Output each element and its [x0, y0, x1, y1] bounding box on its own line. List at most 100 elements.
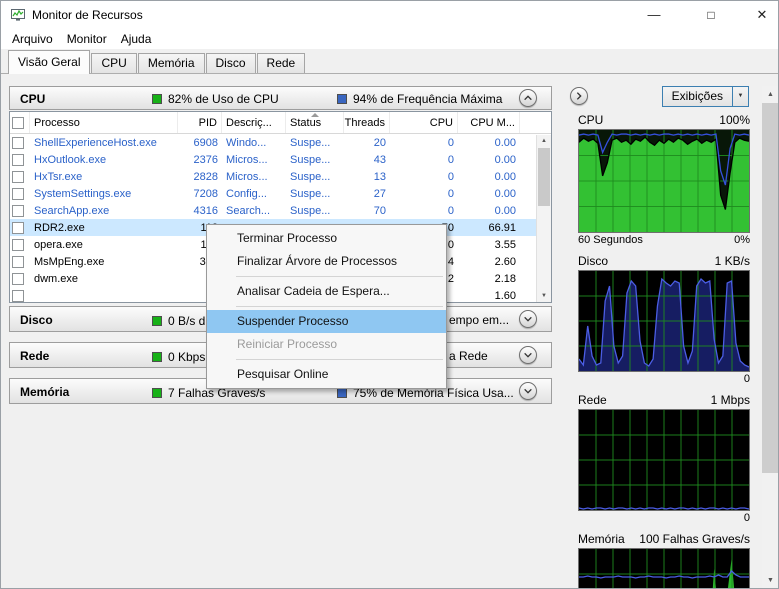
views-dropdown-arrow-icon[interactable]: ▼	[732, 87, 748, 106]
collapse-graphs-button[interactable]	[570, 87, 588, 105]
menu-bar: Arquivo Monitor Ajuda	[1, 29, 778, 49]
column-header-threads[interactable]: Threads	[344, 112, 390, 133]
green-swatch-icon	[152, 316, 162, 326]
panel-scrollbar-thumb[interactable]	[762, 103, 778, 473]
green-swatch-icon	[152, 388, 162, 398]
graphs-stack: CPU 100% 60 Segundos 0% Disco 1 KB/s 0 Rede 1 Mb…	[564, 112, 756, 588]
row-checkbox[interactable]	[12, 221, 24, 234]
graph-rede: Rede 1 Mbps 0	[578, 392, 750, 525]
row-checkbox[interactable]	[12, 170, 24, 183]
cpu-section-header[interactable]: CPU 82% de Uso de CPU 94% de Frequência …	[9, 86, 552, 110]
graph-title: Rede	[578, 393, 607, 407]
select-all-checkbox[interactable]	[12, 116, 24, 129]
chevron-down-icon	[524, 352, 532, 358]
blue-swatch-icon	[337, 94, 347, 104]
blue-swatch-icon	[337, 388, 347, 398]
menu-separator	[236, 276, 443, 277]
cpu-frequency-legend: 94% de Frequência Máxima	[337, 92, 502, 106]
tab-disco[interactable]: Disco	[205, 53, 256, 73]
row-checkbox[interactable]	[12, 204, 24, 217]
row-checkbox[interactable]	[12, 255, 24, 268]
graph-min-label: 0	[743, 373, 750, 385]
graph-title: Memória	[578, 532, 625, 546]
graph-time-label: 60 Segundos	[578, 234, 643, 246]
graph-max-label: 100 Falhas Graves/s	[639, 532, 750, 546]
collapse-cpu-button[interactable]	[519, 89, 537, 107]
expand-rede-button[interactable]	[519, 346, 537, 364]
menubar-ajuda[interactable]: Ajuda	[114, 29, 159, 49]
process-row-systemsettings-exe[interactable]: SystemSettings.exe 7208 Config... Suspe... 2…	[10, 185, 551, 202]
row-checkbox[interactable]	[12, 136, 24, 149]
graph-title: Disco	[578, 254, 609, 268]
graph-canvas	[578, 270, 750, 372]
graph-memoria: Memória 100 Falhas Graves/s	[578, 531, 750, 588]
disco-right-label: empo em...	[449, 313, 510, 327]
column-header-cpu-m[interactable]: CPU M...	[458, 112, 520, 133]
select-all-cell	[10, 112, 30, 133]
graph-max-label: 1 Mbps	[710, 393, 750, 407]
disco-section-title: Disco	[20, 313, 53, 327]
rede-io-label: 0 Kbps	[168, 350, 206, 364]
rede-section-title: Rede	[20, 349, 50, 363]
scroll-down-icon[interactable]: ▼	[762, 572, 778, 588]
row-checkbox[interactable]	[12, 272, 24, 285]
process-row-hxtsr-exe[interactable]: HxTsr.exe 2828 Micros... Suspe... 13 0 0.00	[10, 168, 551, 185]
maximize-button[interactable]: □	[695, 1, 727, 29]
tab-bar: Visão Geral CPU Memória Disco Rede	[1, 49, 778, 74]
cpu-usage-label: 82% de Uso de CPU	[168, 92, 279, 106]
graph-min-label: 0	[743, 512, 750, 524]
context-item-terminar-processo[interactable]: Terminar Processo	[207, 227, 446, 250]
table-scrollbar[interactable]: ▲ ▼	[536, 135, 551, 302]
minimize-button[interactable]: —	[638, 1, 670, 29]
close-button[interactable]: ✕	[746, 1, 778, 29]
cpu-usage-legend: 82% de Uso de CPU	[152, 92, 279, 106]
panel-scrollbar[interactable]: ▲ ▼	[762, 86, 778, 588]
process-row-hxoutlook-exe[interactable]: HxOutlook.exe 2376 Micros... Suspe... 43 0 0.0…	[10, 151, 551, 168]
scroll-up-icon[interactable]: ▲	[537, 135, 551, 147]
context-item-analisar-cadeia-de-espera[interactable]: Analisar Cadeia de Espera...	[207, 280, 446, 303]
graph-canvas	[578, 548, 750, 588]
app-icon	[10, 7, 26, 23]
chevron-down-icon	[524, 388, 532, 394]
column-header-processo[interactable]: Processo	[30, 112, 178, 133]
expand-disco-button[interactable]	[519, 310, 537, 328]
context-item-pesquisar-online[interactable]: Pesquisar Online	[207, 363, 446, 386]
graph-canvas	[578, 409, 750, 511]
menubar-monitor[interactable]: Monitor	[60, 29, 114, 49]
tab-cpu[interactable]: CPU	[91, 53, 137, 73]
graphs-panel-toolbar: Exibições ▼	[564, 86, 756, 108]
disco-io-label: 0 B/s d	[168, 314, 206, 328]
row-checkbox[interactable]	[12, 187, 24, 200]
menubar-arquivo[interactable]: Arquivo	[5, 29, 60, 49]
row-checkbox[interactable]	[12, 153, 24, 166]
views-button[interactable]: Exibições ▼	[661, 86, 749, 107]
context-item-finalizar-arvore-de-processos[interactable]: Finalizar Árvore de Processos	[207, 250, 446, 273]
tab-rede[interactable]: Rede	[256, 53, 306, 73]
process-row-searchapp-exe[interactable]: SearchApp.exe 4316 Search... Suspe... 70 0 0.0…	[10, 202, 551, 219]
process-table-header: Processo PID Descriç... Status Threads CPU CPU…	[10, 112, 551, 134]
tab-memoria[interactable]: Memória	[137, 53, 205, 73]
column-header-cpu[interactable]: CPU	[390, 112, 458, 133]
cpu-section-title: CPU	[20, 92, 46, 106]
graph-canvas	[578, 129, 750, 233]
graphs-panel: Exibições ▼ CPU 100% 60 Segundos 0% Disco 1 K…	[564, 86, 756, 588]
title-bar: Monitor de Recursos — □ ✕	[1, 1, 778, 29]
sort-indicator-icon	[310, 113, 319, 117]
window-title: Monitor de Recursos	[32, 8, 143, 22]
context-menu: Terminar Processo Finalizar Árvore de Pro…	[206, 224, 447, 389]
graph-disco: Disco 1 KB/s 0	[578, 253, 750, 386]
chevron-down-icon	[524, 316, 532, 322]
expand-memoria-button[interactable]	[519, 382, 537, 400]
green-swatch-icon	[152, 352, 162, 362]
column-header-status[interactable]: Status	[286, 112, 344, 133]
scroll-up-icon[interactable]: ▲	[762, 86, 778, 103]
column-header-pid[interactable]: PID	[178, 112, 222, 133]
scroll-down-icon[interactable]: ▼	[537, 290, 551, 302]
row-checkbox[interactable]	[12, 238, 24, 251]
column-header-descric[interactable]: Descriç...	[222, 112, 286, 133]
row-checkbox[interactable]	[12, 289, 24, 302]
tab-visao-geral[interactable]: Visão Geral	[8, 50, 91, 74]
process-row-shellexperiencehost-exe[interactable]: ShellExperienceHost.exe 6908 Windo... Suspe…	[10, 134, 551, 151]
context-item-suspender-processo[interactable]: Suspender Processo	[207, 310, 446, 333]
table-scrollbar-thumb[interactable]	[538, 148, 550, 206]
